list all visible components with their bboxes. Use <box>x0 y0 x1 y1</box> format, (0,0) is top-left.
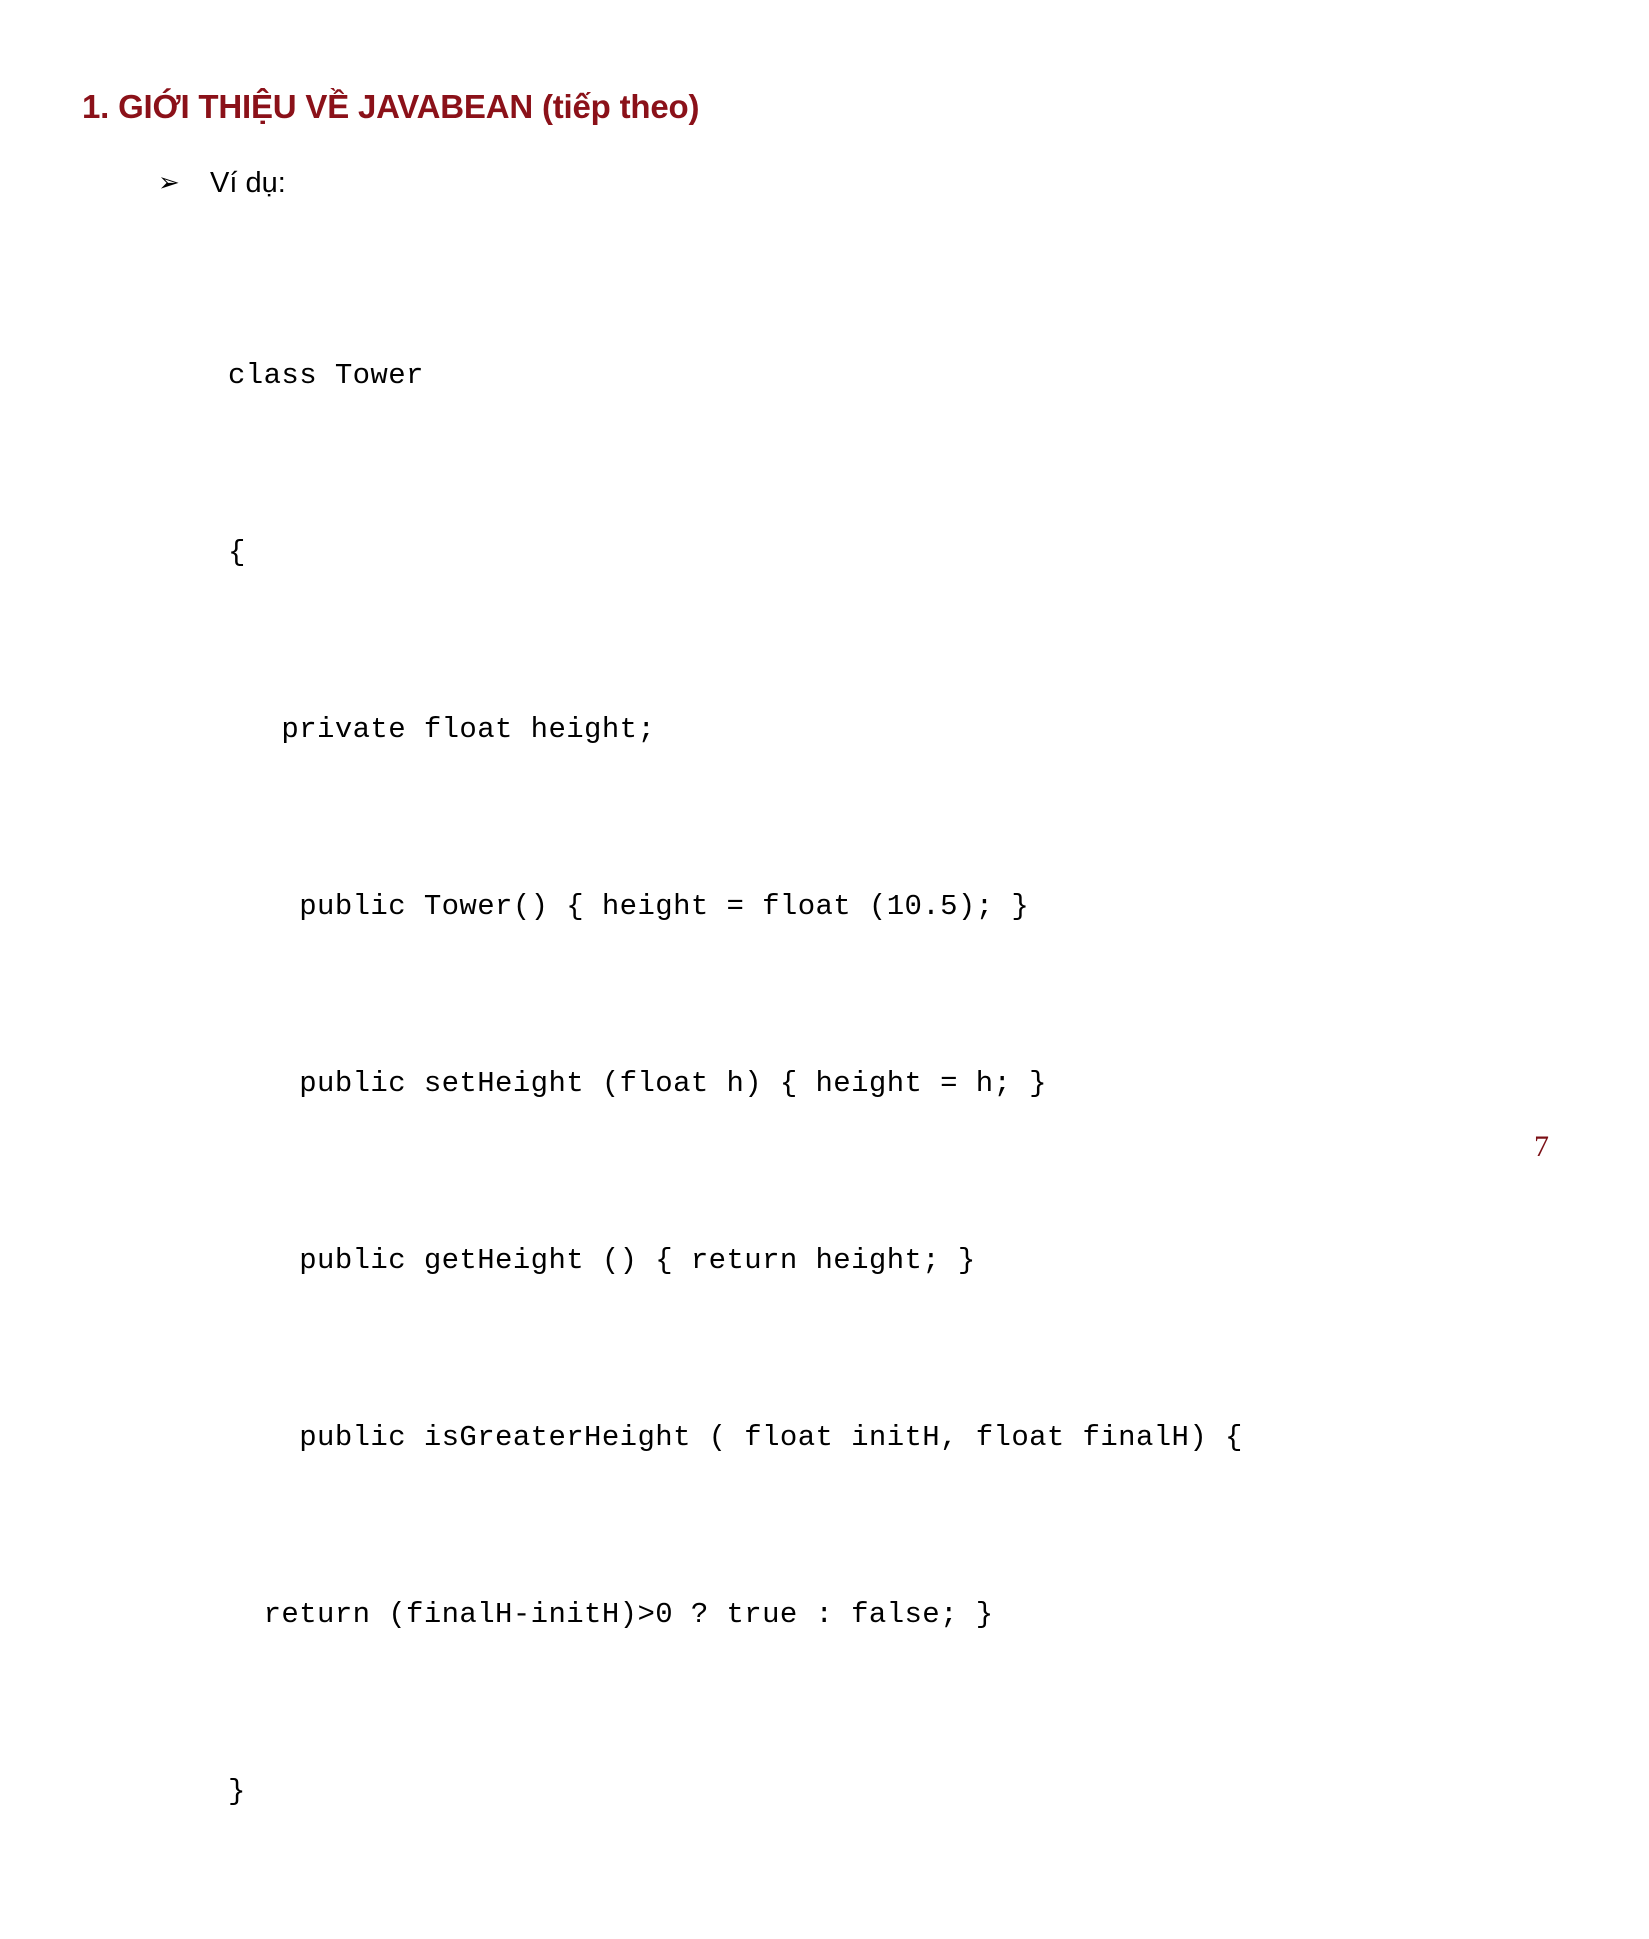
page-title: 1. GIỚI THIỆU VỀ JAVABEAN (tiếp theo) <box>82 88 700 125</box>
code-line: return (finalH-initH)>0 ? true : false; … <box>228 1598 994 1631</box>
slide-canvas: 1. GIỚI THIỆU VỀ JAVABEAN (tiếp theo) ➢ … <box>0 0 1649 1808</box>
code-line: } <box>228 1775 246 1808</box>
code-line: public Tower() { height = float (10.5); … <box>228 890 1030 923</box>
code-line: { <box>228 536 246 569</box>
code-line: class Tower <box>228 359 424 392</box>
code-line: private float height; <box>228 713 656 746</box>
code-block: class Tower { private float height; publ… <box>228 228 1588 1939</box>
bullet-item-vi-du: ➢ Ví dụ: <box>158 163 286 203</box>
page-number: 7 <box>1534 1130 1549 1163</box>
code-line: public isGreaterHeight ( float initH, fl… <box>228 1421 1243 1454</box>
bullet-item-label: Ví dụ: <box>210 167 286 199</box>
arrowhead-bullet-icon: ➢ <box>158 168 180 198</box>
code-line: public getHeight () { return height; } <box>228 1244 976 1277</box>
code-line: public setHeight (float h) { height = h;… <box>228 1067 1047 1100</box>
